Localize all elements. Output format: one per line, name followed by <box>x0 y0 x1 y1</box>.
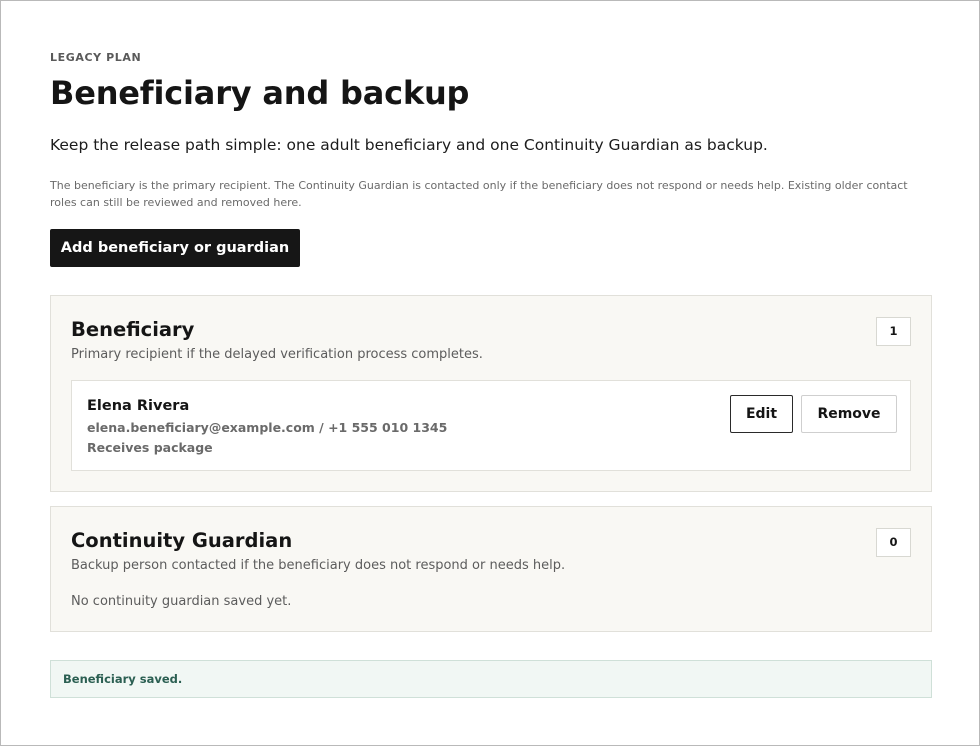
section-title-guardian: Continuity Guardian <box>71 529 293 552</box>
person-name: Elena Rivera <box>87 398 190 414</box>
beneficiary-count-badge: 1 <box>876 317 911 346</box>
continuity-guardian-section: Continuity Guardian Backup person contac… <box>50 506 932 632</box>
beneficiary-card: Elena Rivera elena.beneficiary@example.c… <box>71 380 911 471</box>
guardian-empty-state: No continuity guardian saved yet. <box>71 594 292 609</box>
lead-text: Keep the release path simple: one adult … <box>50 136 768 154</box>
edit-beneficiary-button[interactable]: Edit <box>730 395 793 433</box>
status-message: Beneficiary saved. <box>63 672 183 686</box>
section-description-guardian: Backup person contacted if the beneficia… <box>71 558 566 573</box>
person-role: Receives package <box>87 440 213 455</box>
help-note: The beneficiary is the primary recipient… <box>50 179 908 209</box>
add-beneficiary-or-guardian-button[interactable]: Add beneficiary or guardian <box>50 229 300 267</box>
guardian-count-badge: 0 <box>876 528 911 557</box>
person-contact: elena.beneficiary@example.com / +1 555 0… <box>87 420 448 435</box>
status-banner: Beneficiary saved. <box>50 660 932 698</box>
section-description-beneficiary: Primary recipient if the delayed verific… <box>71 347 483 362</box>
section-title-beneficiary: Beneficiary <box>71 318 195 341</box>
page-frame: LEGACY PLAN Beneficiary and backup Keep … <box>0 0 980 746</box>
eyebrow-label: LEGACY PLAN <box>50 51 142 64</box>
remove-beneficiary-button[interactable]: Remove <box>801 395 897 433</box>
page-title: Beneficiary and backup <box>50 74 470 112</box>
beneficiary-section: Beneficiary Primary recipient if the del… <box>50 295 932 492</box>
